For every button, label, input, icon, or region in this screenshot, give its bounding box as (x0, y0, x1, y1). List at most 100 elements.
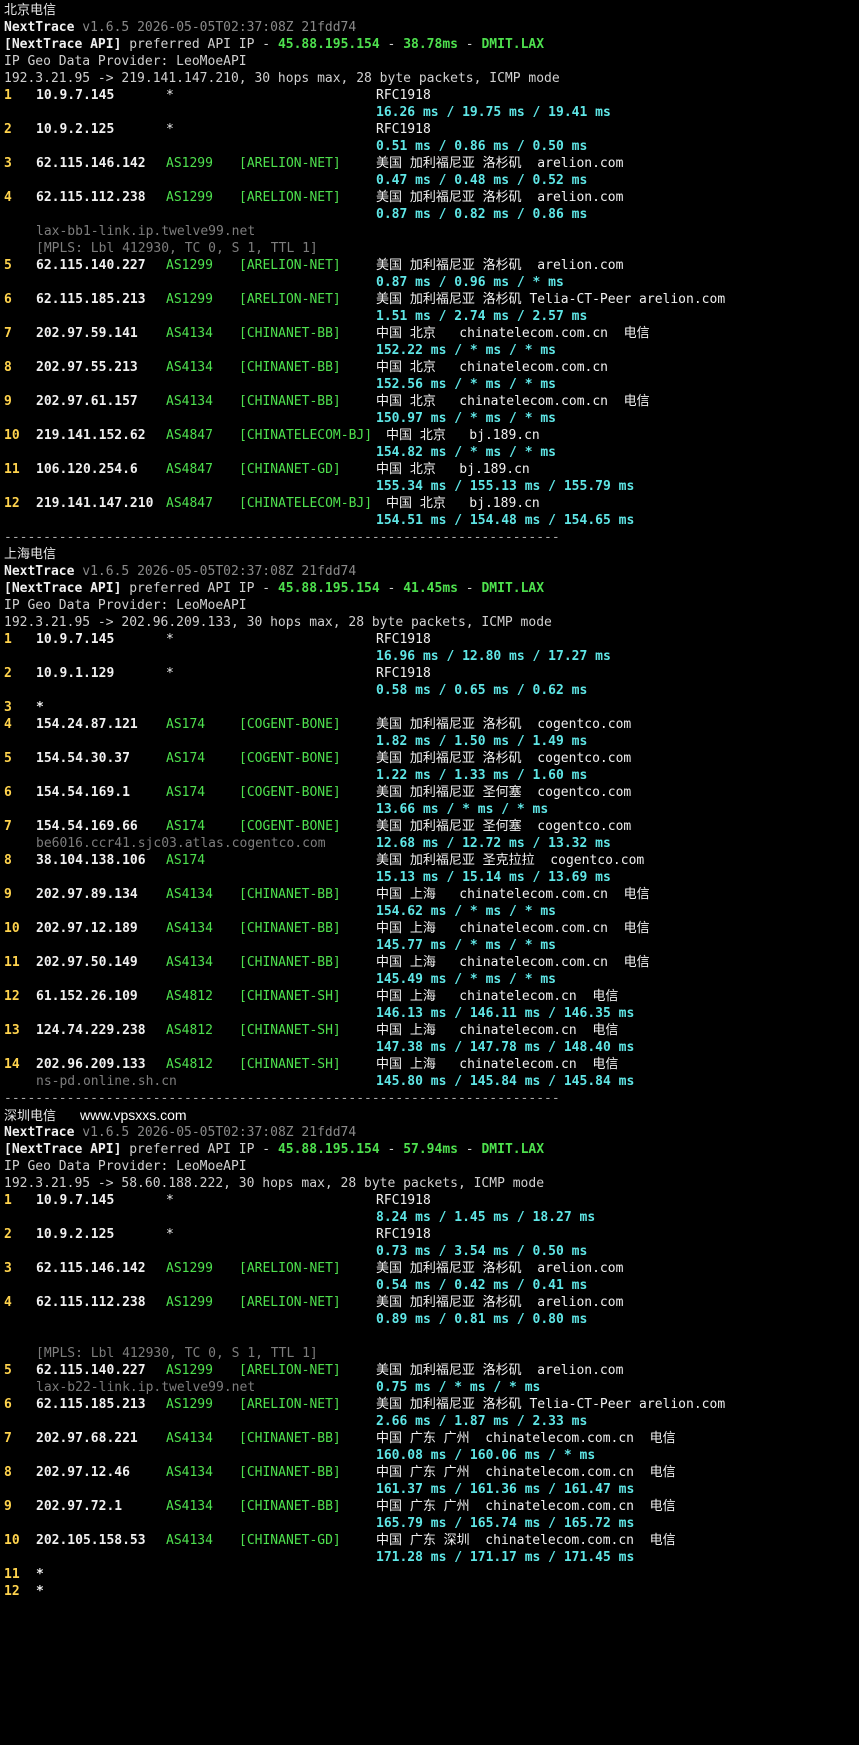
terminal-line: [MPLS: Lbl 412930, TC 0, S 1, TTL 1] (4, 240, 859, 257)
hop-index: 13 (4, 1023, 20, 1038)
terminal-line: 9 202.97.72.1 AS4134 [CHINANET-BB] 中国 广东 广州 … (4, 1498, 859, 1515)
terminal-line: 1.51 ms / 2.74 ms / 2.57 ms (4, 308, 859, 325)
hop-latency: 12.68 ms / 12.72 ms / 13.32 ms (376, 836, 611, 851)
hop-hostname: be6016.ccr41.sjc03.atlas.cogentco.com (36, 836, 326, 851)
hop-network-tag: [ARELION-NET] (239, 1295, 341, 1310)
terminal-line: [MPLS: Lbl 412930, TC 0, S 1, TTL 1] (4, 1345, 859, 1362)
terminal-line: 165.79 ms / 165.74 ms / 165.72 ms (4, 1515, 859, 1532)
hop-ip: 62.115.112.238 (36, 1295, 146, 1310)
terminal-line: 7 154.54.169.66 AS174 [COGENT-BONE] 美国 加利福尼亚… (4, 818, 859, 835)
hop-network-tag: [CHINANET-BB] (239, 921, 341, 936)
hop-geo: 美国 加利福尼亚 圣克拉拉 cogentco.com (376, 853, 645, 868)
hop-network-tag: [CHINANET-BB] (239, 1499, 341, 1514)
terminal-line: 6 62.115.185.213 AS1299 [ARELION-NET] 美国 加利福… (4, 291, 859, 308)
hop-geo: 中国 广东 广州 chinatelecom.com.cn 电信 (376, 1499, 676, 1514)
app-version: v1.6.5 2026-05-05T02:37:08Z 21fdd74 (82, 564, 357, 579)
hop-latency: 0.73 ms / 3.54 ms / 0.50 ms (376, 1244, 588, 1259)
hop-ip: * (36, 1567, 44, 1582)
hop-index: 12 (4, 989, 20, 1004)
hop-index: 5 (4, 258, 12, 273)
hop-asn: AS4134 (166, 1431, 213, 1446)
terminal-line: 0.54 ms / 0.42 ms / 0.41 ms (4, 1277, 859, 1294)
terminal-line: 10 202.97.12.189 AS4134 [CHINANET-BB] 中国 上海 … (4, 920, 859, 937)
terminal-line: 1.82 ms / 1.50 ms / 1.49 ms (4, 733, 859, 750)
hop-network-tag: [ARELION-NET] (239, 292, 341, 307)
route-info: 192.3.21.95 -> 58.60.188.222, 30 hops ma… (4, 1176, 545, 1191)
terminal-line: 13.66 ms / * ms / * ms (4, 801, 859, 818)
hop-index: 7 (4, 326, 12, 341)
hop-asn: AS4812 (166, 1057, 213, 1072)
hop-latency: 145.80 ms / 145.84 ms / 145.84 ms (376, 1074, 635, 1089)
hop-index: 6 (4, 785, 12, 800)
hop-ip: 202.97.59.141 (36, 326, 138, 341)
terminal-line: 0.58 ms / 0.65 ms / 0.62 ms (4, 682, 859, 699)
api-ip: 45.88.195.154 (277, 1142, 380, 1157)
section-separator: ----------------------------------------… (4, 1091, 560, 1106)
terminal-line: IP Geo Data Provider: LeoMoeAPI (4, 53, 859, 70)
hop-hostname: ns-pd.online.sh.cn (36, 1074, 177, 1089)
hop-ip: 10.9.7.145 (36, 88, 115, 103)
hop-ip: * (36, 700, 44, 715)
terminal-line: lax-b22-link.ip.twelve99.net 0.75 ms / * … (4, 1379, 859, 1396)
hop-latency: 13.66 ms / * ms / * ms (376, 802, 549, 817)
terminal-line: 4 154.24.87.121 AS174 [COGENT-BONE] 美国 加利福尼亚… (4, 716, 859, 733)
hop-index: 5 (4, 1363, 12, 1378)
hop-latency: 147.38 ms / 147.78 ms / 148.40 ms (376, 1040, 635, 1055)
terminal-line: 0.89 ms / 0.81 ms / 0.80 ms (4, 1311, 859, 1328)
terminal-line: 6 62.115.185.213 AS1299 [ARELION-NET] 美国 加利福… (4, 1396, 859, 1413)
hop-latency: 154.82 ms / * ms / * ms (376, 445, 557, 460)
hop-network-tag: [ARELION-NET] (239, 156, 341, 171)
hop-network-tag: [COGENT-BONE] (239, 751, 341, 766)
hop-network-tag: [CHINANET-SH] (239, 1023, 341, 1038)
terminal-line: 3 62.115.146.142 AS1299 [ARELION-NET] 美国 加利福… (4, 155, 859, 172)
hop-index: 1 (4, 88, 12, 103)
terminal-line: 154.82 ms / * ms / * ms (4, 444, 859, 461)
hop-network-tag: [CHINANET-SH] (239, 1057, 341, 1072)
hop-geo: 中国 上海 chinatelecom.com.cn 电信 (376, 955, 650, 970)
hop-index: 4 (4, 1295, 12, 1310)
hop-latency: 152.22 ms / * ms / * ms (376, 343, 557, 358)
terminal-line: 152.22 ms / * ms / * ms (4, 342, 859, 359)
hop-ip: 202.97.61.157 (36, 394, 138, 409)
hop-asn: AS4812 (166, 1023, 213, 1038)
hop-ip: 62.115.140.227 (36, 258, 146, 273)
hop-latency: 15.13 ms / 15.14 ms / 13.69 ms (376, 870, 611, 885)
hop-geo: RFC1918 (376, 1193, 431, 1208)
hop-asn: * (166, 632, 174, 647)
hop-latency: 0.75 ms / * ms / * ms (376, 1380, 541, 1395)
hop-latency: 146.13 ms / 146.11 ms / 146.35 ms (376, 1006, 635, 1021)
hop-network-tag: [CHINANET-BB] (239, 1431, 341, 1446)
api-prefix: [NextTrace API] (4, 37, 122, 52)
api-node: DMIT.LAX (481, 581, 545, 596)
hop-geo: 中国 广东 广州 chinatelecom.com.cn 电信 (376, 1465, 676, 1480)
hop-asn: AS4134 (166, 1465, 213, 1480)
hop-asn: AS1299 (166, 190, 213, 205)
terminal-line: 192.3.21.95 -> 219.141.147.210, 30 hops … (4, 70, 859, 87)
terminal-line: 152.56 ms / * ms / * ms (4, 376, 859, 393)
hop-asn: AS1299 (166, 156, 213, 171)
hop-index: 8 (4, 1465, 12, 1480)
terminal-line: 7 202.97.68.221 AS4134 [CHINANET-BB] 中国 广东 广… (4, 1430, 859, 1447)
terminal-line: 145.49 ms / * ms / * ms (4, 971, 859, 988)
hop-geo: 美国 加利福尼亚 洛杉矶 arelion.com (376, 190, 624, 205)
hop-network-tag: [CHINANET-BB] (239, 326, 341, 341)
hop-index: 10 (4, 428, 20, 443)
terminal-line: 3 62.115.146.142 AS1299 [ARELION-NET] 美国 加利福… (4, 1260, 859, 1277)
hop-latency: 145.77 ms / * ms / * ms (376, 938, 557, 953)
terminal-line: 171.28 ms / 171.17 ms / 171.45 ms (4, 1549, 859, 1566)
section-separator: ----------------------------------------… (4, 530, 560, 545)
hop-ip: 62.115.146.142 (36, 156, 146, 171)
terminal-line: 5 62.115.140.227 AS1299 [ARELION-NET] 美国 加利福… (4, 1362, 859, 1379)
hop-asn: AS174 (166, 785, 206, 800)
hop-index: 2 (4, 666, 12, 681)
terminal-line: 15.13 ms / 15.14 ms / 13.69 ms (4, 869, 859, 886)
hop-latency: 171.28 ms / 171.17 ms / 171.45 ms (376, 1550, 635, 1565)
hop-latency: 154.51 ms / 154.48 ms / 154.65 ms (376, 513, 635, 528)
hop-latency: 155.34 ms / 155.13 ms / 155.79 ms (376, 479, 635, 494)
terminal-line: 11 202.97.50.149 AS4134 [CHINANET-BB] 中国 上海 … (4, 954, 859, 971)
api-text: preferred API IP - (129, 37, 271, 52)
terminal-line: 8 202.97.55.213 AS4134 [CHINANET-BB] 中国 北京 c… (4, 359, 859, 376)
hop-index: 9 (4, 887, 12, 902)
hop-index: 3 (4, 700, 12, 715)
terminal-line: 9 202.97.61.157 AS4134 [CHINANET-BB] 中国 北京 c… (4, 393, 859, 410)
